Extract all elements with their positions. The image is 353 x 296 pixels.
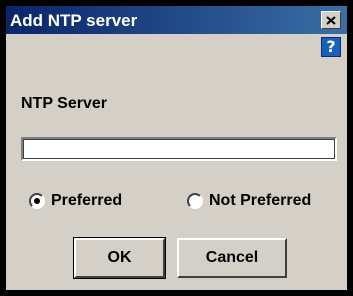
ok-button[interactable]: OK: [73, 237, 166, 279]
radio-button-unselected[interactable]: [187, 193, 203, 209]
radio-preferred-label: Preferred: [51, 192, 123, 209]
radio-preferred[interactable]: Preferred: [29, 190, 122, 212]
radio-not-preferred-label: Not Preferred: [209, 192, 312, 209]
dialog-title: Add NTP server: [10, 11, 138, 30]
help-icon: ?: [326, 37, 336, 56]
title-bar[interactable]: Add NTP server: [6, 6, 347, 34]
close-icon: [326, 15, 336, 25]
radio-not-preferred[interactable]: Not Preferred: [187, 190, 311, 212]
add-ntp-server-dialog: Add NTP server ? NTP Server Preferred No…: [0, 0, 353, 296]
help-button[interactable]: ?: [321, 37, 341, 57]
radio-dot-icon: [34, 198, 40, 204]
ntp-server-input[interactable]: [21, 137, 337, 161]
close-button[interactable]: [321, 11, 341, 29]
ntp-server-label: NTP Server: [21, 95, 107, 112]
radio-button-selected[interactable]: [29, 193, 45, 209]
cancel-button[interactable]: Cancel: [177, 238, 287, 278]
dialog-body: ? NTP Server Preferred Not Preferred OK …: [6, 34, 347, 290]
